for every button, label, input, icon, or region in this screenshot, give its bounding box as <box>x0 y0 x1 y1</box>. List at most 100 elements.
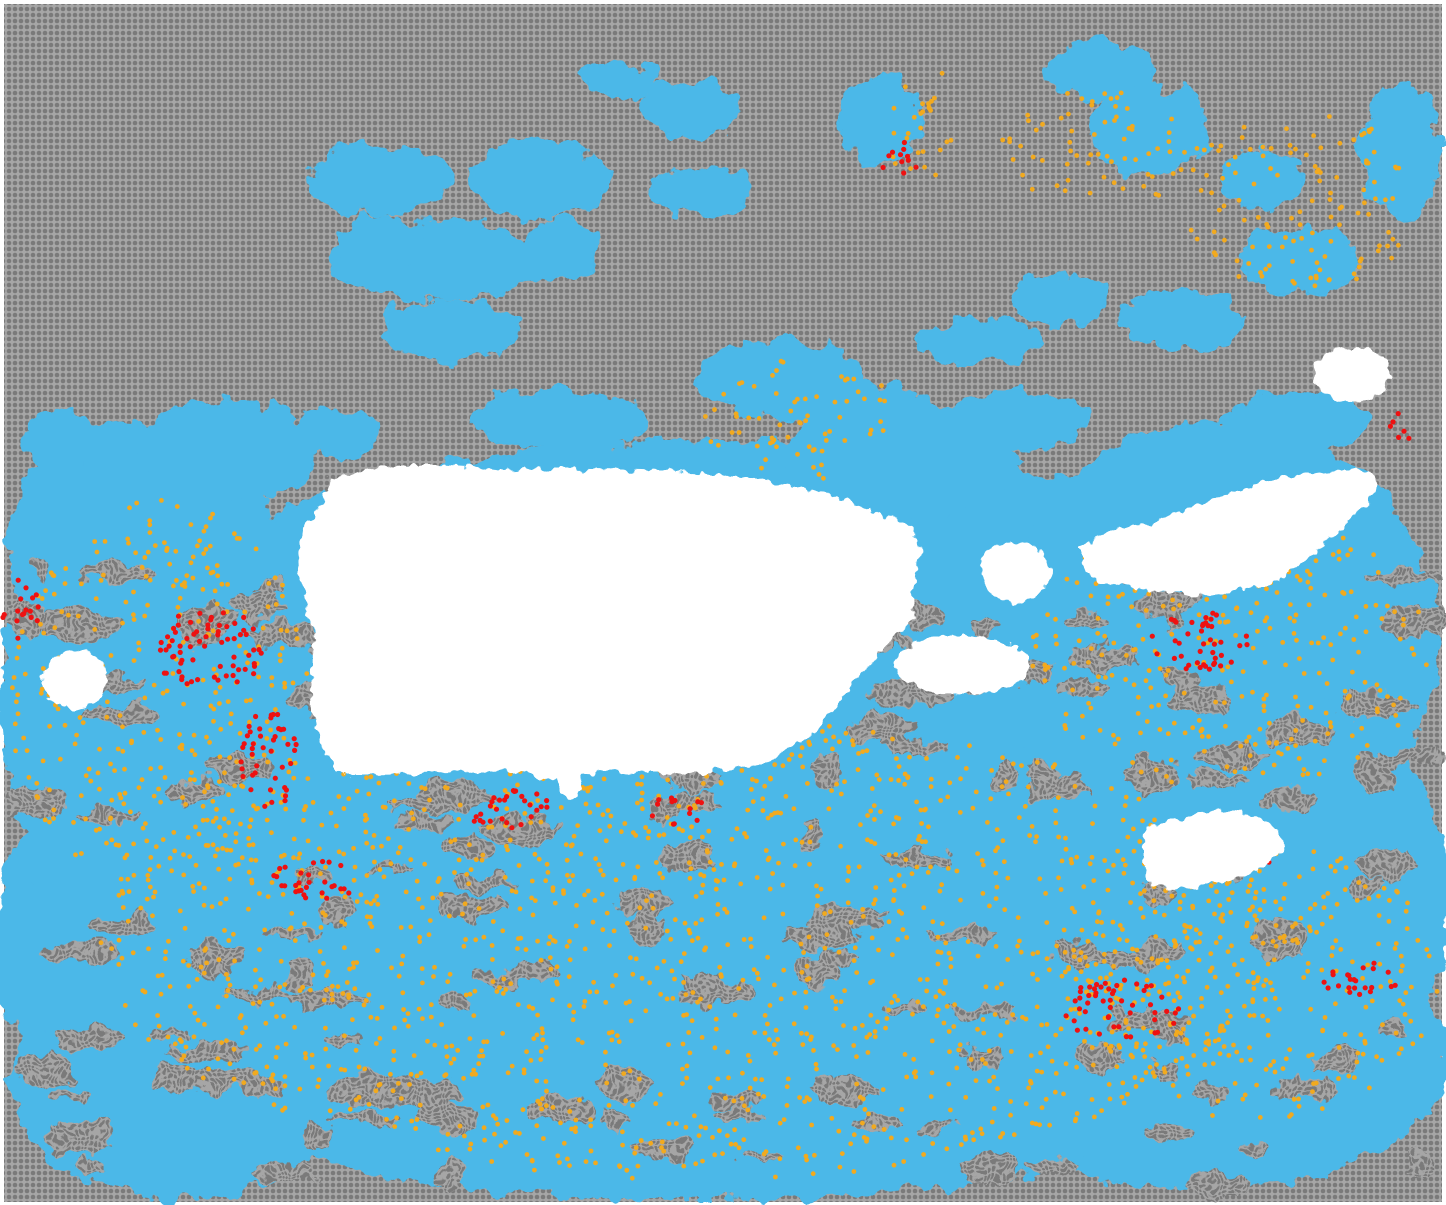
medium-dot <box>1377 688 1383 693</box>
medium-dot <box>420 905 425 910</box>
medium-dot <box>804 1031 810 1037</box>
high-dot <box>241 614 247 621</box>
medium-dot <box>1035 977 1040 982</box>
medium-dot <box>999 981 1004 987</box>
medium-dot <box>1026 784 1031 790</box>
medium-dot <box>1148 685 1154 691</box>
medium-dot <box>169 868 175 874</box>
medium-dot <box>223 896 229 902</box>
medium-dot <box>1077 1011 1082 1016</box>
medium-dot <box>1165 964 1171 970</box>
medium-dot <box>1312 164 1318 169</box>
medium-dot <box>104 840 109 846</box>
medium-dot <box>317 846 322 852</box>
medium-dot <box>10 685 15 691</box>
medium-dot <box>1297 577 1303 583</box>
medium-dot <box>890 952 895 958</box>
medium-dot <box>377 867 383 873</box>
medium-dot <box>1114 1064 1120 1070</box>
medium-dot <box>763 848 769 853</box>
medium-dot <box>188 560 194 566</box>
background-gap <box>805 1077 883 1104</box>
water-patch <box>520 220 600 280</box>
water-patch <box>1220 150 1300 210</box>
medium-dot <box>980 1017 986 1022</box>
medium-dot <box>1238 743 1244 749</box>
medium-dot <box>688 866 694 871</box>
medium-dot <box>1274 590 1280 595</box>
medium-dot <box>868 427 874 433</box>
medium-dot <box>204 960 210 966</box>
medium-dot <box>1103 675 1108 680</box>
medium-dot <box>681 1013 686 1018</box>
medium-dot <box>536 856 542 862</box>
medium-dot <box>829 788 834 793</box>
medium-dot <box>303 1051 308 1056</box>
medium-dot <box>1077 957 1083 963</box>
high-dot <box>1105 1014 1112 1020</box>
medium-dot <box>315 1084 321 1089</box>
medium-dot <box>550 1105 556 1110</box>
background-gap <box>1063 611 1109 634</box>
medium-dot <box>772 762 778 767</box>
high-dot <box>298 887 304 894</box>
medium-dot <box>799 1030 804 1036</box>
medium-dot <box>993 896 999 901</box>
medium-dot <box>167 984 173 989</box>
medium-dot <box>209 904 215 910</box>
medium-dot <box>227 755 233 761</box>
medium-dot <box>878 419 883 424</box>
medium-dot <box>1018 949 1024 955</box>
medium-dot <box>303 1055 309 1061</box>
medium-dot <box>1181 893 1187 898</box>
medium-dot <box>187 1004 193 1009</box>
medium-dot <box>811 1048 816 1053</box>
medium-dot <box>681 980 686 985</box>
medium-dot <box>164 548 170 553</box>
medium-dot <box>281 735 287 741</box>
high-dot <box>1237 643 1243 649</box>
high-dot <box>279 764 285 770</box>
medium-dot <box>770 871 775 876</box>
medium-dot <box>894 756 899 761</box>
medium-dot <box>1098 975 1103 981</box>
medium-dot <box>1297 874 1302 880</box>
medium-dot <box>1063 846 1069 852</box>
high-dot <box>671 821 677 827</box>
medium-dot <box>1120 1080 1126 1086</box>
medium-dot <box>852 945 858 951</box>
medium-dot <box>190 575 196 581</box>
medium-dot <box>376 780 382 786</box>
medium-dot <box>594 989 600 995</box>
medium-dot <box>921 1004 926 1010</box>
medium-dot <box>121 801 127 807</box>
water-patch <box>1120 290 1240 350</box>
background-gap <box>46 1120 115 1155</box>
medium-dot <box>837 739 842 745</box>
medium-dot <box>1257 907 1263 913</box>
medium-dot <box>480 1104 486 1110</box>
medium-dot <box>850 738 855 744</box>
medium-dot <box>989 768 994 773</box>
medium-dot <box>1247 907 1253 913</box>
medium-dot <box>302 921 307 927</box>
medium-dot <box>739 1096 745 1101</box>
medium-dot <box>538 1057 544 1062</box>
medium-dot <box>856 751 861 756</box>
water-patch <box>140 400 320 500</box>
medium-dot <box>1019 763 1024 768</box>
medium-dot <box>1390 196 1396 201</box>
medium-dot <box>991 1106 997 1111</box>
medium-dot <box>495 1121 500 1127</box>
medium-dot <box>745 1053 751 1058</box>
medium-dot <box>1216 148 1221 154</box>
medium-dot <box>155 973 161 979</box>
medium-dot <box>699 890 705 895</box>
medium-dot <box>1119 1094 1125 1100</box>
medium-dot <box>570 873 576 878</box>
high-dot <box>1212 655 1218 661</box>
medium-dot <box>683 992 689 997</box>
medium-dot <box>234 759 240 765</box>
medium-dot <box>1271 762 1277 768</box>
medium-dot <box>905 775 911 781</box>
